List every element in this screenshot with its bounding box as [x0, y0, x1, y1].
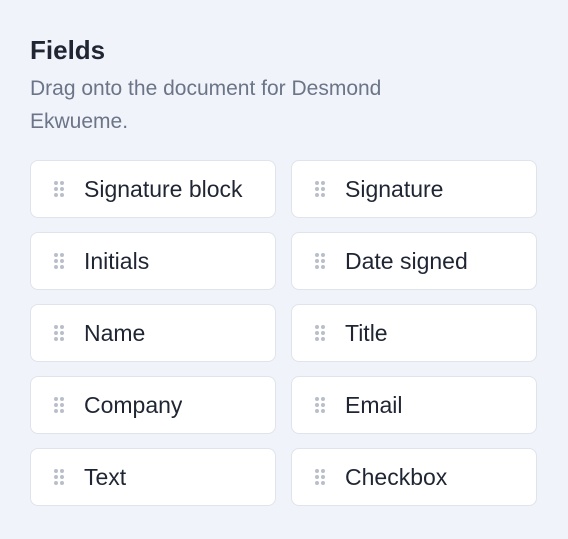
field-palette: Signature block Signature Initials Date …: [30, 160, 537, 506]
panel-subtitle: Drag onto the document for Desmond Ekwue…: [30, 77, 382, 133]
field-label: Email: [345, 392, 403, 418]
field-label: Title: [345, 320, 388, 346]
drag-handle-icon[interactable]: [53, 180, 65, 198]
fields-panel: Fields Drag onto the document for Desmon…: [30, 34, 537, 506]
field-initials[interactable]: Initials: [30, 232, 276, 290]
field-label: Text: [84, 464, 127, 490]
field-signature-block[interactable]: Signature block: [30, 160, 276, 218]
field-title[interactable]: Title: [291, 304, 537, 362]
drag-handle-icon[interactable]: [53, 468, 65, 486]
field-signature[interactable]: Signature: [291, 160, 537, 218]
field-label: Company: [84, 392, 183, 418]
field-email[interactable]: Email: [291, 376, 537, 434]
field-company[interactable]: Company: [30, 376, 276, 434]
drag-handle-icon[interactable]: [314, 468, 326, 486]
field-label: Signature: [345, 176, 444, 202]
field-label: Date signed: [345, 248, 468, 274]
drag-handle-icon[interactable]: [53, 324, 65, 342]
field-label: Checkbox: [345, 464, 448, 490]
drag-handle-icon[interactable]: [314, 180, 326, 198]
field-date-signed[interactable]: Date signed: [291, 232, 537, 290]
field-label: Signature block: [84, 176, 243, 202]
drag-handle-icon[interactable]: [53, 252, 65, 270]
field-checkbox[interactable]: Checkbox: [291, 448, 537, 506]
drag-handle-icon[interactable]: [53, 396, 65, 414]
panel-title: Fields: [30, 35, 106, 65]
field-name[interactable]: Name: [30, 304, 276, 362]
drag-handle-icon[interactable]: [314, 252, 326, 270]
drag-handle-icon[interactable]: [314, 396, 326, 414]
drag-handle-icon[interactable]: [314, 324, 326, 342]
field-label: Initials: [84, 248, 150, 274]
field-label: Name: [84, 320, 146, 346]
field-text[interactable]: Text: [30, 448, 276, 506]
